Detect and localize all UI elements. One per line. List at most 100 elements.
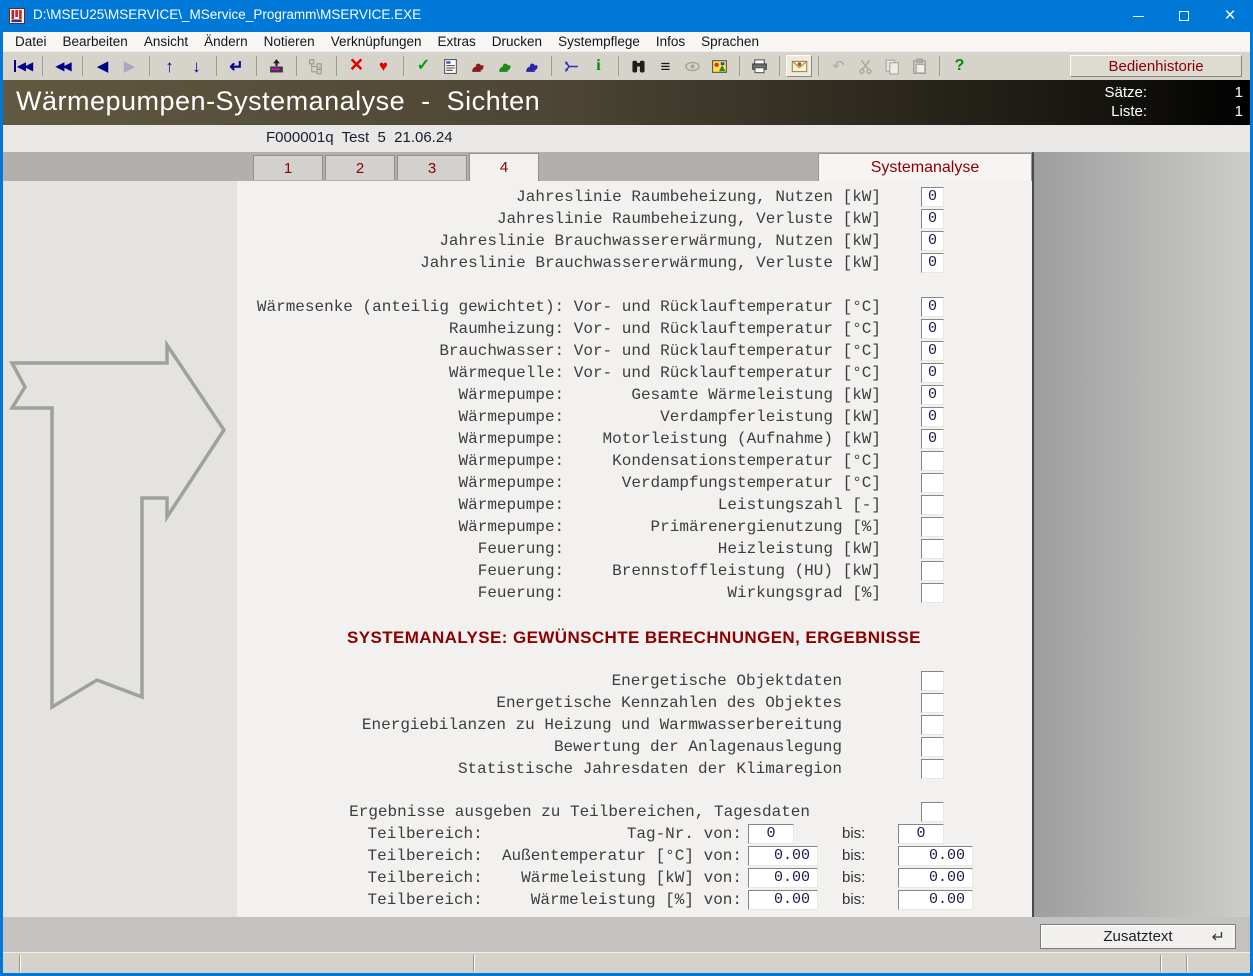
menu-item-sprachen[interactable]: Sprachen: [693, 32, 767, 51]
import-icon[interactable]: [263, 54, 290, 78]
squirrel-green-icon[interactable]: [491, 54, 518, 78]
bis-field[interactable]: 0.00: [898, 846, 973, 866]
menu-item-datei[interactable]: Datei: [7, 32, 55, 51]
form-row: Wärmepumpe: Verdampfungstemperatur [°C]: [237, 472, 1032, 494]
tab-page-3[interactable]: 3: [397, 155, 467, 180]
squirrel-red-icon[interactable]: [464, 54, 491, 78]
value-field[interactable]: 0: [921, 407, 944, 427]
list-icon[interactable]: ≡: [652, 54, 679, 78]
von-field[interactable]: 0.00: [748, 846, 818, 866]
option-field[interactable]: [921, 671, 944, 691]
confirm-icon[interactable]: ✓: [410, 54, 437, 78]
bis-field[interactable]: 0.00: [898, 868, 973, 888]
fast-back-icon[interactable]: ◀◀: [49, 54, 76, 78]
form-row: Feuerung: Heizleistung [kW]: [237, 538, 1032, 560]
up-icon[interactable]: ↑: [156, 54, 183, 78]
bedienhistorie-button[interactable]: Bedienhistorie: [1070, 55, 1242, 77]
value-field[interactable]: 0: [921, 297, 944, 317]
von-field[interactable]: 0.00: [748, 868, 818, 888]
print-icon[interactable]: [746, 54, 773, 78]
enter-icon[interactable]: ↵: [223, 54, 250, 78]
favorite-glyph: ♥: [379, 59, 388, 74]
option-field[interactable]: [921, 715, 944, 735]
down-icon[interactable]: ↓: [183, 54, 210, 78]
bis-field[interactable]: 0: [898, 824, 944, 844]
close-button[interactable]: ×: [1207, 0, 1253, 32]
search-binoculars-icon[interactable]: [625, 54, 652, 78]
value-field[interactable]: [921, 539, 944, 559]
value-field[interactable]: 0: [921, 341, 944, 361]
field-label: Teilbereich: Außentemperatur [°C] von:: [237, 845, 742, 867]
menu-item-ansicht[interactable]: Ansicht: [136, 32, 196, 51]
maximize-button[interactable]: [1161, 0, 1207, 32]
option-field[interactable]: [921, 693, 944, 713]
menu-item-drucken[interactable]: Drucken: [484, 32, 550, 51]
bis-field[interactable]: 0.00: [898, 890, 973, 910]
form-row: Ergebnisse ausgeben zu Teilbereichen, Ta…: [237, 801, 1032, 823]
value-field[interactable]: 0: [921, 253, 944, 273]
minimize-button[interactable]: [1115, 0, 1161, 32]
option-field[interactable]: [921, 802, 944, 822]
saetze-value: 1: [1147, 83, 1243, 102]
value-field[interactable]: [921, 495, 944, 515]
value-field[interactable]: 0: [921, 385, 944, 405]
value-field[interactable]: [921, 583, 944, 603]
form-row: Energetische Objektdaten: [237, 670, 1032, 692]
page-header: Wärmepumpen-Systemanalyse - Sichten Sätz…: [3, 80, 1250, 125]
value-field[interactable]: [921, 517, 944, 537]
form-row: Wärmepumpe: Kondensationstemperatur [°C]: [237, 450, 1032, 472]
window-title: D:\MSEU25\MSERVICE\_MService_Programm\MS…: [33, 7, 421, 22]
value-field[interactable]: 0: [921, 209, 944, 229]
menu-item-ndern[interactable]: Ändern: [196, 32, 256, 51]
tree-view-icon: [303, 54, 330, 78]
value-field[interactable]: [921, 473, 944, 493]
value-field[interactable]: 0: [921, 319, 944, 339]
teilbereich-rows: Teilbereich: Tag-Nr. von:00bis:Teilberei…: [237, 823, 1032, 911]
help-icon[interactable]: ?: [946, 54, 973, 78]
value-field[interactable]: 0: [921, 363, 944, 383]
option-field[interactable]: [921, 737, 944, 757]
field-label: Jahreslinie Raumbeheizung, Nutzen [kW]: [237, 186, 881, 208]
tab-page-1[interactable]: 1: [253, 155, 323, 180]
toolbar-separator: [143, 56, 156, 76]
tab-systemanalyse[interactable]: Systemanalyse: [818, 153, 1032, 181]
value-field[interactable]: [921, 451, 944, 471]
status-divider: [1186, 955, 1188, 972]
document-icon[interactable]: [437, 54, 464, 78]
option-field[interactable]: [921, 759, 944, 779]
menu-item-extras[interactable]: Extras: [430, 32, 484, 51]
menu-item-infos[interactable]: Infos: [648, 32, 693, 51]
form-row: Teilbereich: Wärmeleistung [%] von:0.000…: [237, 889, 1032, 911]
field-label: Jahreslinie Brauchwassererwärmung, Nutze…: [237, 230, 881, 252]
von-field[interactable]: 0: [748, 824, 794, 844]
squirrel-blue-icon[interactable]: [518, 54, 545, 78]
value-field[interactable]: 0: [921, 231, 944, 251]
menu-item-bearbeiten[interactable]: Bearbeiten: [55, 32, 136, 51]
menu-item-systempflege[interactable]: Systempflege: [550, 32, 648, 51]
menu-item-notieren[interactable]: Notieren: [256, 32, 323, 51]
value-field[interactable]: 0: [921, 187, 944, 207]
von-field[interactable]: 0.00: [748, 890, 818, 910]
menu-item-verknpfungen[interactable]: Verknüpfungen: [323, 32, 430, 51]
zusatztext-button[interactable]: Zusatztext ↵: [1040, 924, 1236, 949]
back-icon[interactable]: ◀: [89, 54, 116, 78]
branch-icon[interactable]: [558, 54, 585, 78]
mail-icon[interactable]: [786, 55, 812, 77]
waermesenke-rows: Wärmesenke (anteilig gewichtet): Vor- un…: [237, 296, 1032, 604]
berechnungen-rows: Energetische ObjektdatenEnergetische Ken…: [237, 670, 1032, 780]
form-row: Bewertung der Anlagenauslegung: [237, 736, 1032, 758]
info-icon[interactable]: i: [585, 54, 612, 78]
confirm-glyph: ✓: [417, 58, 430, 74]
value-field[interactable]: [921, 561, 944, 581]
image-icon[interactable]: [706, 54, 733, 78]
toolbar-separator: [733, 56, 746, 76]
tab-page-2[interactable]: 2: [325, 155, 395, 180]
value-field[interactable]: 0: [921, 429, 944, 449]
form-row: Feuerung: Brennstoffleistung (HU) [kW]: [237, 560, 1032, 582]
toolbar-separator: [397, 56, 410, 76]
delete-icon[interactable]: ×: [343, 54, 370, 78]
favorite-icon[interactable]: ♥: [370, 54, 397, 78]
first-record-icon[interactable]: ◀◀: [9, 54, 36, 78]
tab-page-4[interactable]: 4: [469, 153, 539, 181]
maximize-icon: [1179, 11, 1189, 21]
